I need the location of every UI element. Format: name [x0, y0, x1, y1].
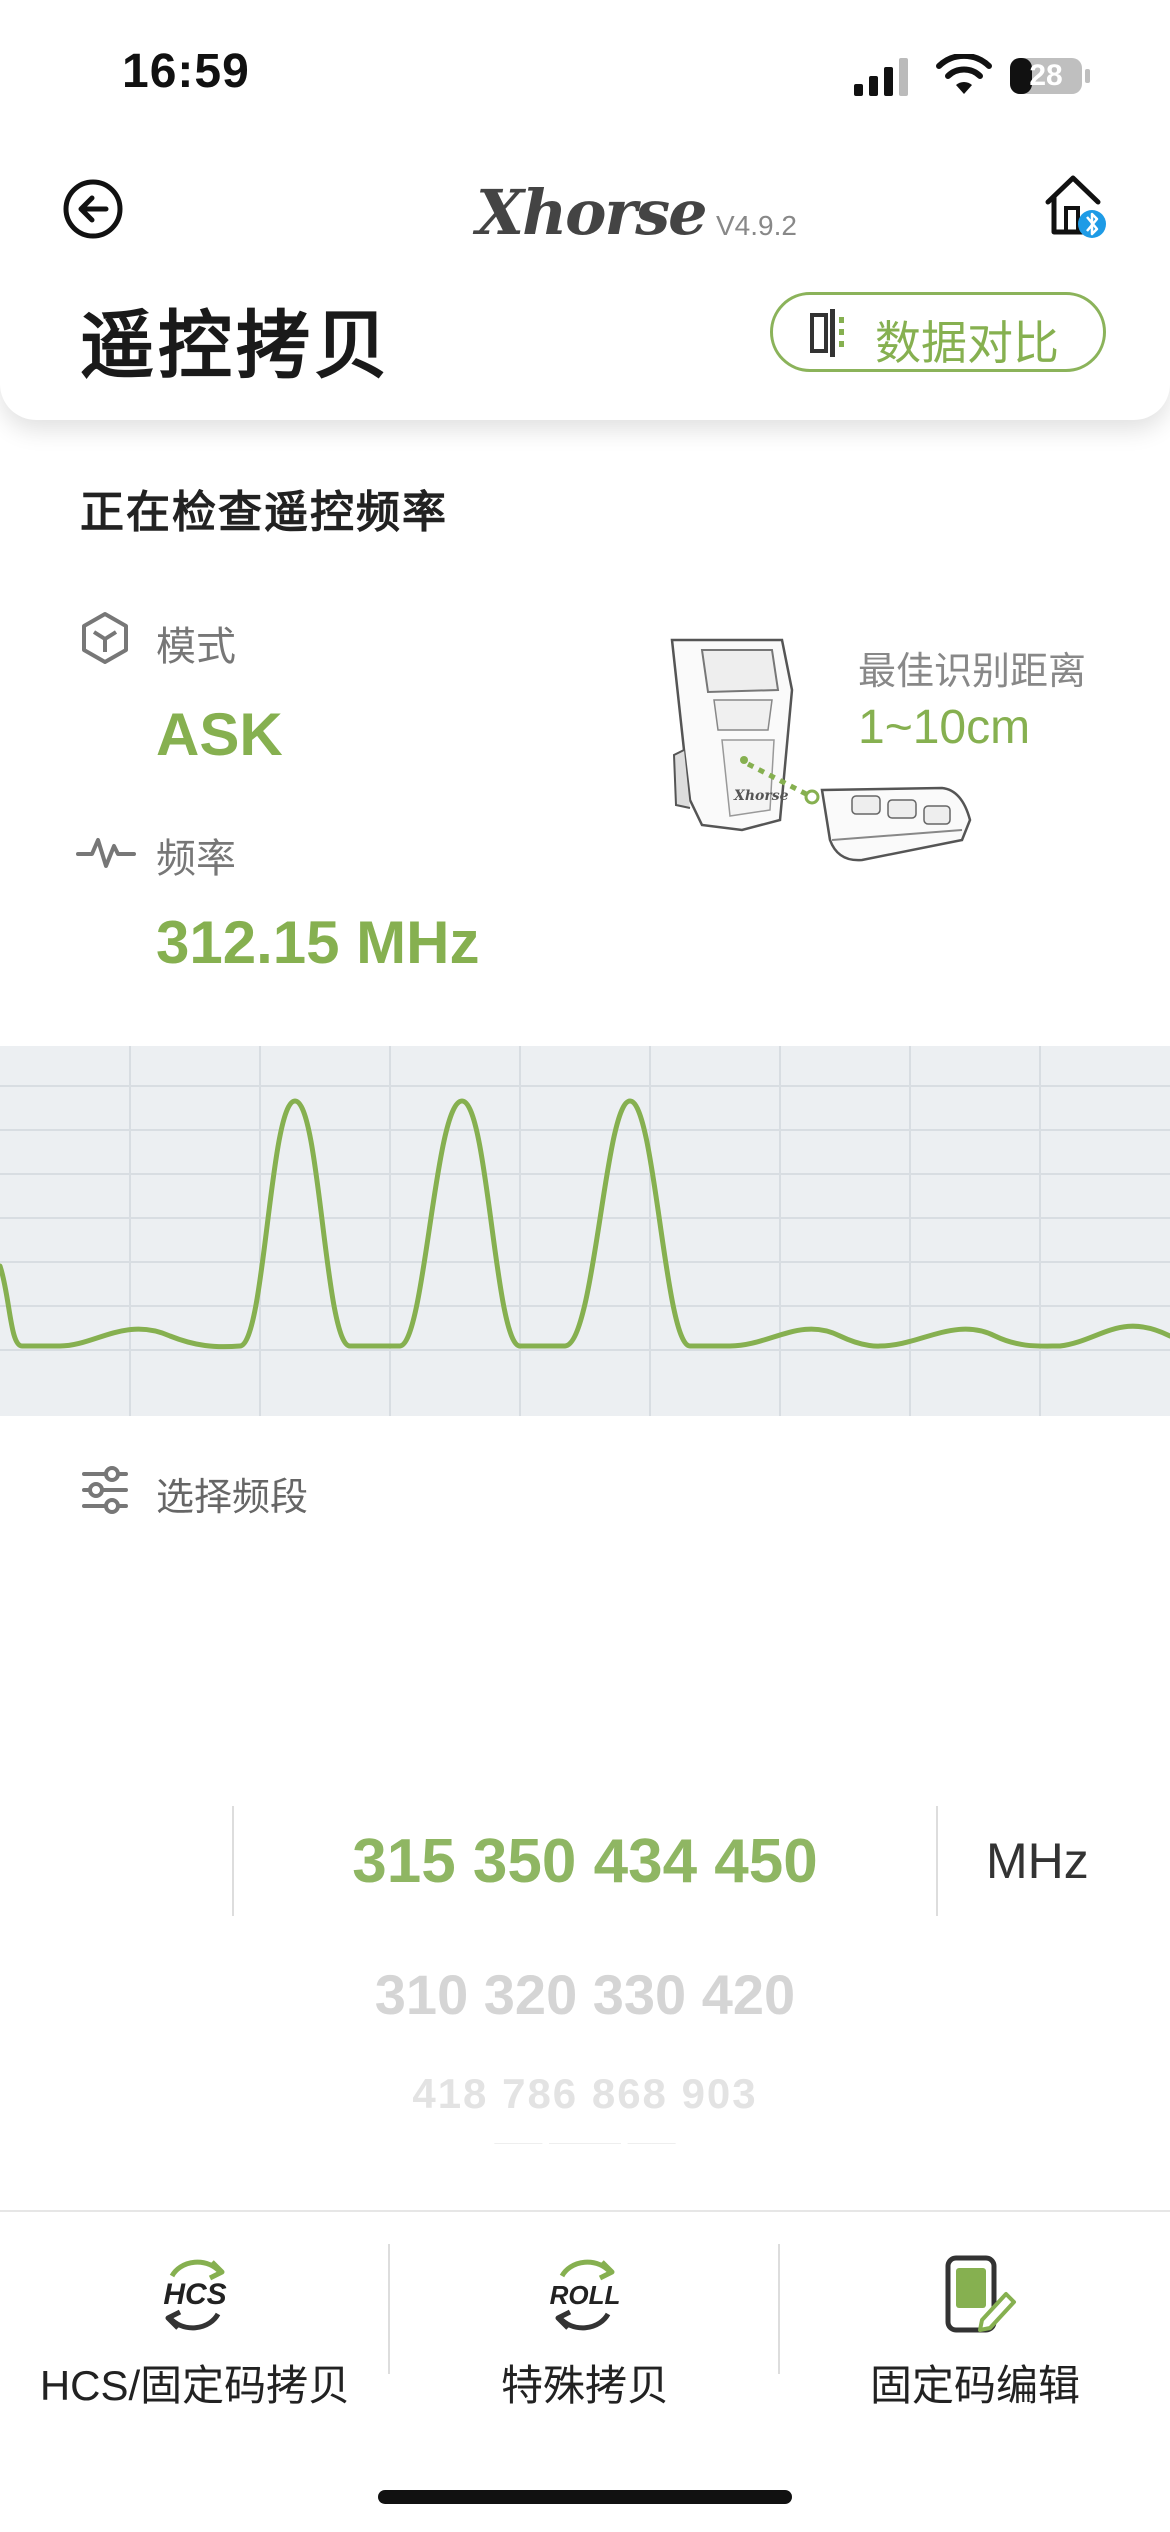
frequency-label: 频率: [156, 837, 236, 881]
svg-text:ROLL: ROLL: [550, 2280, 621, 2310]
best-distance-value: 1~10cm: [858, 701, 1031, 754]
battery-level: 28: [1029, 59, 1063, 92]
hcs-fixed-copy-button[interactable]: HCS HCS/固定码拷贝: [0, 2212, 390, 2472]
band-option[interactable]: 310 320 330 420: [234, 1962, 936, 2027]
fixed-code-edit-icon: [945, 2255, 1016, 2333]
best-distance-label: 最佳识别距离: [858, 651, 1087, 693]
mode-label: 模式: [156, 625, 236, 669]
special-copy-button[interactable]: ROLL 特殊拷贝: [390, 2212, 780, 2472]
home-bluetooth-icon[interactable]: [1040, 170, 1110, 240]
band-option[interactable]: 418 786 868 903: [234, 2070, 936, 2118]
data-compare-label: 数据对比: [875, 317, 1059, 369]
sliders-icon: [82, 1466, 128, 1514]
svg-text:Xhorse: Xhorse: [733, 788, 789, 804]
cellular-signal-icon: [854, 58, 908, 96]
mode-value: ASK: [156, 701, 283, 768]
data-compare-button[interactable]: 数据对比: [770, 292, 1106, 372]
hcs-fixed-copy-label: HCS/固定码拷贝: [39, 2362, 351, 2409]
frequency-value: 312.15 MHz: [156, 909, 480, 976]
hcs-icon: HCS: [163, 2259, 227, 2331]
brand-logo: Xhorse: [476, 176, 708, 249]
compare-icon: [810, 309, 844, 357]
picker-divider: [936, 1806, 938, 1916]
page-title: 遥控拷贝: [80, 304, 392, 387]
select-band-label: 选择频段: [156, 1477, 309, 1519]
home-indicator: [378, 2490, 792, 2504]
fixed-code-edit-label: 固定码编辑: [869, 2362, 1080, 2409]
wifi-icon: [936, 54, 992, 94]
roll-icon: ROLL: [550, 2259, 621, 2331]
fixed-code-edit-button[interactable]: 固定码编辑: [780, 2212, 1170, 2472]
band-option[interactable]: —— ——— ——: [234, 2130, 936, 2144]
cube-icon: [82, 612, 128, 664]
special-copy-label: 特殊拷贝: [500, 2362, 669, 2409]
checking-status-text: 正在检查遥控频率: [80, 488, 448, 537]
signal-waveform: [0, 1046, 1170, 1416]
band-option-selected[interactable]: 315 350 434 450: [234, 1826, 936, 1897]
pulse-icon: [76, 838, 136, 868]
back-button[interactable]: [62, 178, 124, 240]
svg-text:HCS: HCS: [163, 2278, 226, 2311]
app-version: V4.9.2: [716, 210, 797, 241]
frequency-unit: MHz: [986, 1833, 1089, 1889]
status-time: 16:59: [122, 45, 250, 98]
